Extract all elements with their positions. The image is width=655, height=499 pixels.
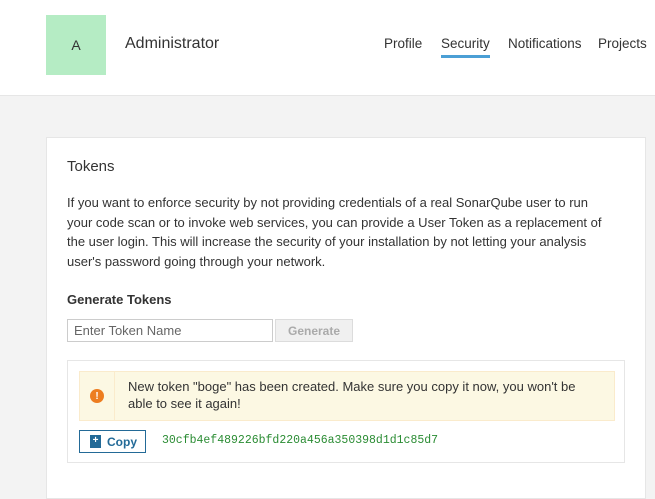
alert-message: New token "boge" has been created. Make … (128, 379, 576, 411)
tab-security[interactable]: Security (441, 36, 490, 58)
alert-icon-cell: ! (80, 372, 115, 420)
tokens-panel: Tokens If you want to enforce security b… (46, 137, 646, 499)
tokens-title: Tokens (67, 158, 115, 175)
tab-profile[interactable]: Profile (384, 36, 422, 51)
exclamation-icon: ! (90, 389, 104, 403)
new-token-box: ! New token "boge" has been created. Mak… (67, 360, 625, 463)
tab-projects[interactable]: Projects (598, 36, 647, 51)
tab-notifications[interactable]: Notifications (508, 36, 582, 51)
page-header: A Administrator Profile Security Notific… (0, 0, 655, 96)
copy-button[interactable]: Copy (79, 430, 146, 453)
copy-button-label: Copy (107, 434, 137, 449)
generate-button[interactable]: Generate (275, 319, 353, 342)
token-value: 30cfb4ef489226bfd220a456a350398d1d1c85d7 (162, 434, 439, 447)
tokens-description: If you want to enforce security by not p… (67, 195, 602, 269)
clipboard-icon (90, 434, 101, 448)
account-nav: Profile Security Notifications Projects (0, 36, 655, 66)
generate-tokens-title: Generate Tokens (67, 292, 172, 307)
token-created-alert: ! New token "boge" has been created. Mak… (79, 371, 615, 421)
token-name-input[interactable] (67, 319, 273, 342)
